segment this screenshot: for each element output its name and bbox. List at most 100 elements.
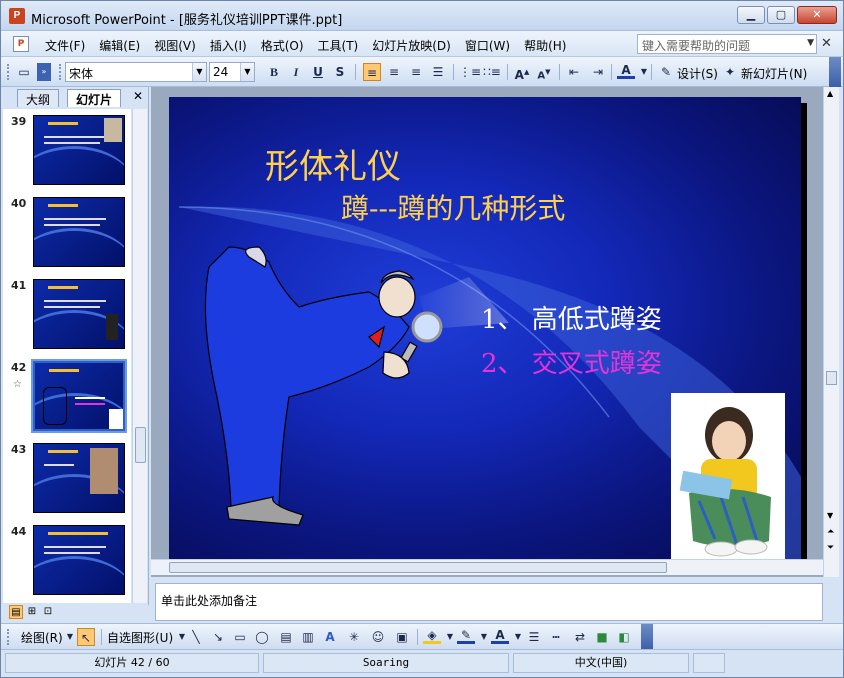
menu-insert[interactable]: 插入(I) — [210, 37, 255, 54]
font-size-select[interactable]: 24 ▼ — [209, 62, 255, 82]
align-center-icon[interactable]: ≡ — [385, 63, 403, 81]
toolbar-grip[interactable] — [7, 64, 10, 80]
normal-view-icon[interactable]: ▤ — [9, 605, 23, 619]
previous-slide-icon[interactable]: ⏶ — [827, 527, 834, 537]
slide-thumbnail[interactable]: 40 — [3, 193, 131, 269]
bullet-item-1[interactable]: 1、 高低式蹲姿 — [481, 299, 662, 336]
slideshow-view-icon[interactable]: ⊡ — [41, 605, 55, 619]
toolbar-options-icon[interactable] — [829, 57, 841, 87]
thumbnail-image[interactable] — [33, 197, 125, 267]
distribute-icon[interactable]: ☰ — [429, 63, 447, 81]
toolbar-options-icon[interactable]: » — [37, 63, 51, 81]
next-slide-icon[interactable]: ⏷ — [827, 543, 834, 553]
design-button[interactable]: 设计(S) — [677, 65, 718, 82]
help-search-input[interactable]: 键入需要帮助的问题 ▼ — [637, 34, 817, 54]
scrollbar-thumb[interactable] — [135, 427, 146, 463]
slide-title[interactable]: 形体礼仪 — [265, 139, 401, 188]
slide-subtitle[interactable]: 蹲---蹲的几种形式 — [341, 187, 565, 227]
font-color-icon[interactable]: A — [491, 628, 509, 644]
increase-font-icon[interactable]: A▲ — [513, 63, 531, 82]
thumbnail-image[interactable] — [33, 115, 125, 185]
close-button[interactable]: ✕ — [797, 6, 837, 24]
shadow-button[interactable]: S — [331, 63, 349, 81]
bullet-item-2[interactable]: 2、 交叉式蹲姿 — [481, 343, 662, 380]
thumbnail-image[interactable] — [33, 525, 125, 595]
chevron-down-icon[interactable]: ▼ — [807, 38, 814, 48]
thumbnail-image[interactable] — [31, 359, 127, 433]
scroll-up-icon[interactable]: ▲ — [827, 89, 833, 98]
picture-icon[interactable]: ▣ — [393, 628, 411, 646]
notes-pane[interactable]: 单击此处添加备注 — [155, 583, 823, 621]
slide-vertical-scrollbar[interactable]: ▲ ▼ ⏶ ⏷ — [823, 87, 839, 577]
chevron-down-icon[interactable]: ▼ — [192, 63, 206, 81]
rectangle-icon[interactable]: ▭ — [231, 628, 249, 646]
arrow-style-icon[interactable]: ⇄ — [571, 628, 589, 646]
menu-window[interactable]: 窗口(W) — [465, 37, 518, 54]
bullets-icon[interactable]: ∷≡ — [483, 63, 501, 81]
font-name-select[interactable]: 宋体 ▼ — [65, 62, 207, 82]
underline-button[interactable]: U — [309, 63, 327, 81]
diagram-icon[interactable]: ✳ — [345, 628, 363, 646]
draw-menu-button[interactable]: 绘图(R) — [21, 629, 63, 646]
menu-file[interactable]: 文件(F) — [45, 37, 93, 54]
powerpoint-app-icon[interactable]: P — [9, 8, 25, 24]
bold-button[interactable]: B — [265, 63, 283, 81]
toolbar-options-icon[interactable] — [641, 624, 653, 650]
panel-close-button[interactable]: ✕ — [133, 89, 143, 103]
current-slide[interactable]: 形体礼仪 蹲---蹲的几种形式 1、 高低式蹲姿 2、 交叉式蹲姿 — [169, 97, 801, 561]
line-color-icon[interactable]: ✎ — [457, 628, 475, 644]
increase-indent-icon[interactable]: ⇥ — [589, 63, 607, 81]
decrease-indent-icon[interactable]: ⇤ — [565, 63, 583, 81]
italic-button[interactable]: I — [287, 63, 305, 81]
tab-outline[interactable]: 大纲 — [17, 89, 60, 107]
new-slide-button[interactable]: 新幻灯片(N) — [741, 65, 807, 82]
design-icon[interactable]: ✎ — [657, 63, 675, 81]
scroll-down-icon[interactable]: ▼ — [827, 511, 833, 520]
toolbar-grip[interactable] — [7, 629, 10, 645]
slide-thumbnail[interactable]: 43 — [3, 439, 131, 515]
wordart-icon[interactable]: A — [321, 628, 339, 646]
thumbnail-image[interactable] — [33, 443, 125, 513]
numbering-icon[interactable]: ⋮≡ — [459, 63, 481, 81]
menu-slideshow[interactable]: 幻灯片放映(D) — [372, 37, 459, 54]
arrow-icon[interactable]: ↘ — [209, 628, 227, 646]
decrease-font-icon[interactable]: A▼ — [535, 63, 553, 81]
align-left-icon[interactable]: ≡ — [363, 63, 381, 81]
menu-tools[interactable]: 工具(T) — [318, 37, 367, 54]
menu-edit[interactable]: 编辑(E) — [99, 37, 148, 54]
new-slide-icon[interactable]: ✦ — [721, 63, 739, 81]
oval-icon[interactable]: ◯ — [253, 628, 271, 646]
notes-placeholder[interactable]: 单击此处添加备注 — [161, 592, 257, 609]
3d-style-icon[interactable]: ◧ — [615, 628, 633, 646]
chevron-down-icon[interactable]: ▼ — [240, 63, 254, 81]
toolbar-grip-2[interactable] — [59, 64, 62, 80]
line-style-icon[interactable]: ☰ — [525, 628, 543, 646]
document-close-button[interactable]: ✕ — [821, 36, 832, 51]
shadow-style-icon[interactable]: ■ — [593, 628, 611, 646]
autoshapes-button[interactable]: 自选图形(U) — [107, 629, 173, 646]
menu-format[interactable]: 格式(O) — [261, 37, 312, 54]
line-icon[interactable]: ╲ — [187, 628, 205, 646]
select-pointer-icon[interactable]: ↖ — [77, 628, 95, 646]
tab-slides[interactable]: 幻灯片 — [67, 89, 122, 107]
slide-thumbnail[interactable]: 41 — [3, 275, 131, 351]
thumbnail-image[interactable] — [33, 279, 125, 349]
scrollbar-thumb[interactable] — [826, 371, 837, 385]
slide-horizontal-scrollbar[interactable] — [151, 559, 823, 575]
align-right-icon[interactable]: ≡ — [407, 63, 425, 81]
minimize-button[interactable]: ▁ — [737, 6, 765, 24]
thumbnail-scrollbar[interactable] — [132, 109, 147, 603]
fill-color-icon[interactable]: ◈ — [423, 628, 441, 644]
slide-thumbnail[interactable]: 39 — [3, 111, 131, 187]
slide-thumbnail[interactable]: 44 — [3, 521, 131, 597]
dash-style-icon[interactable]: ┅ — [547, 628, 565, 646]
maximize-button[interactable]: ▢ — [767, 6, 795, 24]
font-color-icon[interactable]: A — [617, 63, 635, 79]
slide-thumbnail-selected[interactable]: 42 ☆ — [3, 357, 131, 433]
new-document-icon[interactable]: ▭ — [15, 63, 33, 81]
girl-squatting-photo[interactable] — [671, 393, 785, 561]
clipart-icon[interactable]: ☺ — [369, 628, 387, 646]
menu-view[interactable]: 视图(V) — [154, 37, 204, 54]
scrollbar-thumb[interactable] — [169, 562, 667, 573]
document-icon[interactable]: P — [13, 36, 29, 52]
